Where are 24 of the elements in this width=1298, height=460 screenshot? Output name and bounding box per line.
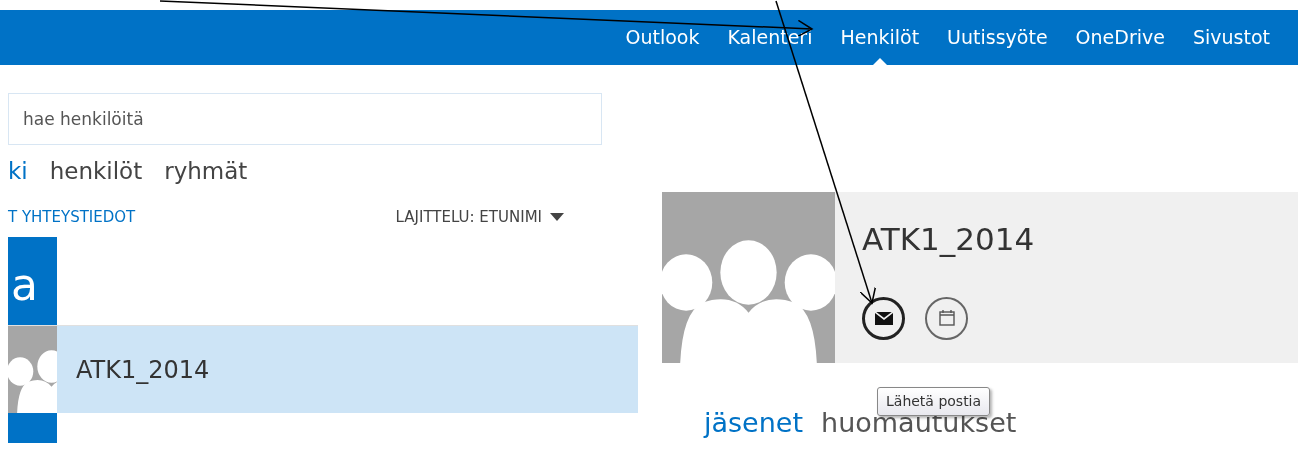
letter-tile[interactable]: a [8, 237, 57, 325]
mail-icon [874, 311, 893, 325]
group-avatar-icon [662, 192, 835, 363]
calendar-icon [938, 310, 955, 326]
nav-link[interactable]: Sivustot [1192, 10, 1270, 65]
view-tab[interactable]: ryhmät [164, 153, 248, 189]
nav-link[interactable]: Uutissyöte [947, 10, 1048, 65]
caret-icon [550, 213, 564, 221]
view-tab[interactable]: henkilöt [49, 153, 143, 189]
sort-dropdown[interactable]: LAJITTELU: ETUNIMI [395, 205, 564, 229]
nav-link[interactable]: Outlook [625, 10, 700, 65]
view-tab[interactable]: ki [8, 153, 28, 189]
search-field[interactable]: hae henkilöitä [8, 93, 602, 145]
tooltip: Lähetä postia [877, 387, 991, 416]
contact-name: ATK1_2014 [862, 220, 1036, 259]
group-avatar-icon [8, 326, 57, 413]
nav-link[interactable]: Henkilöt [840, 10, 920, 65]
calendar-button[interactable] [925, 296, 968, 340]
mail-button[interactable] [862, 296, 905, 340]
detail-tab[interactable]: jäsenet [704, 409, 804, 436]
filter-link[interactable]: T YHTEYSTIEDOT [8, 205, 136, 229]
nav-link[interactable]: OneDrive [1075, 10, 1165, 65]
contact-row[interactable]: ATK1_2014 [8, 325, 638, 413]
letter-tile[interactable] [8, 413, 57, 443]
